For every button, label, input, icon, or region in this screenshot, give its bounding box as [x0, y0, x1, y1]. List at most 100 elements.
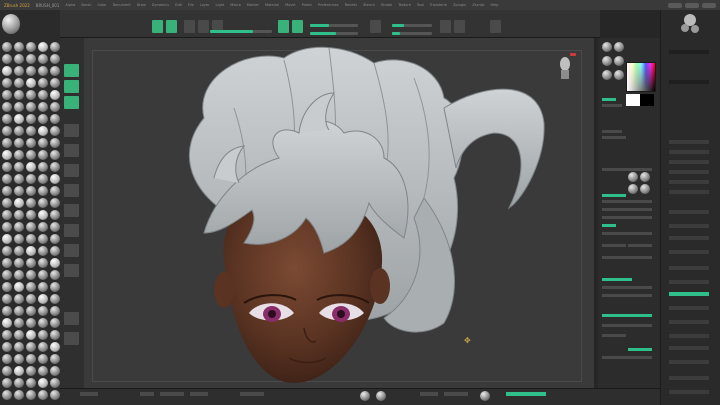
palette-slider[interactable]: [602, 286, 652, 289]
palette-button[interactable]: [602, 136, 626, 139]
brush-sphere-icon[interactable]: [26, 126, 36, 136]
brush-sphere-icon[interactable]: [26, 78, 36, 88]
tray-row[interactable]: [669, 376, 709, 380]
strip-button[interactable]: [64, 264, 79, 277]
menu-item-texture[interactable]: Texture: [398, 3, 411, 7]
sculpt-model[interactable]: [84, 38, 594, 388]
strip-button[interactable]: [64, 312, 79, 325]
brush-sphere-icon[interactable]: [14, 150, 24, 160]
light-sphere-icon[interactable]: [640, 172, 650, 182]
menu-item-marker[interactable]: Marker: [247, 3, 259, 7]
light-sphere-icon[interactable]: [628, 184, 638, 194]
brush-sphere-icon[interactable]: [38, 390, 48, 400]
brush-sphere-icon[interactable]: [26, 270, 36, 280]
brush-sphere-icon[interactable]: [38, 258, 48, 268]
brush-sphere-icon[interactable]: [14, 114, 24, 124]
brush-sphere-icon[interactable]: [38, 42, 48, 52]
draw-icon[interactable]: [166, 20, 177, 33]
brush-sphere-icon[interactable]: [26, 246, 36, 256]
menu-item-macro[interactable]: Macro: [230, 3, 241, 7]
brush-sphere-icon[interactable]: [50, 78, 60, 88]
brush-sphere-icon[interactable]: [38, 234, 48, 244]
brush-sphere-icon[interactable]: [26, 378, 36, 388]
menu-item-stencil[interactable]: Stencil: [363, 3, 375, 7]
brush-sphere-icon[interactable]: [38, 222, 48, 232]
brush-sphere-icon[interactable]: [26, 42, 36, 52]
rgb-intensity-slider[interactable]: [310, 24, 358, 27]
brush-sphere-icon[interactable]: [14, 282, 24, 292]
strip-button[interactable]: [64, 144, 79, 157]
palette-slider[interactable]: [602, 256, 652, 259]
brush-sphere-icon[interactable]: [14, 138, 24, 148]
brush-sphere-icon[interactable]: [50, 258, 60, 268]
brush-sphere-icon[interactable]: [26, 354, 36, 364]
brush-sphere-icon[interactable]: [480, 391, 490, 401]
brush-sphere-icon[interactable]: [50, 90, 60, 100]
brush-sphere-icon[interactable]: [14, 354, 24, 364]
brush-sphere-icon[interactable]: [14, 78, 24, 88]
brush-sphere-icon[interactable]: [2, 186, 12, 196]
brush-sphere-icon[interactable]: [14, 378, 24, 388]
brush-sphere-icon[interactable]: [2, 54, 12, 64]
brush-sphere-icon[interactable]: [26, 198, 36, 208]
brush-sphere-icon[interactable]: [14, 102, 24, 112]
brush-sphere-icon[interactable]: [50, 162, 60, 172]
palette-button[interactable]: [602, 130, 622, 133]
menu-item-zscript[interactable]: Zscript: [472, 3, 484, 7]
brush-sphere-icon[interactable]: [2, 174, 12, 184]
strip-button[interactable]: [64, 184, 79, 197]
brush-sphere-icon[interactable]: [26, 390, 36, 400]
brush-sphere-icon[interactable]: [14, 126, 24, 136]
brush-sphere-icon[interactable]: [26, 294, 36, 304]
palette-slider[interactable]: [602, 294, 652, 297]
brush-sphere-icon[interactable]: [2, 390, 12, 400]
tray-row[interactable]: [669, 266, 709, 270]
brush-sphere-icon[interactable]: [2, 318, 12, 328]
brush-sphere-icon[interactable]: [38, 150, 48, 160]
brush-sphere-icon[interactable]: [38, 126, 48, 136]
strip-button[interactable]: [64, 224, 79, 237]
palette-button[interactable]: [628, 348, 652, 351]
tray-row[interactable]: [669, 140, 709, 144]
brush-sphere-icon[interactable]: [14, 306, 24, 316]
menu-item-stroke[interactable]: Stroke: [381, 3, 392, 7]
brush-sphere-icon[interactable]: [14, 342, 24, 352]
brush-sphere-icon[interactable]: [50, 294, 60, 304]
strip-button[interactable]: [64, 96, 79, 109]
brush-sphere-icon[interactable]: [14, 330, 24, 340]
brush-sphere-icon[interactable]: [14, 90, 24, 100]
strip-button[interactable]: [64, 204, 79, 217]
brush-sphere-icon[interactable]: [2, 306, 12, 316]
brush-sphere-icon[interactable]: [50, 42, 60, 52]
brush-sphere-icon[interactable]: [38, 294, 48, 304]
tray-row[interactable]: [669, 224, 709, 228]
brush-sphere-icon[interactable]: [2, 258, 12, 268]
tray-row[interactable]: [669, 346, 709, 350]
strip-button[interactable]: [64, 64, 79, 77]
brush-sphere-icon[interactable]: [14, 390, 24, 400]
brush-sphere-icon[interactable]: [38, 342, 48, 352]
menu-pill[interactable]: [685, 2, 699, 8]
brush-sphere-icon[interactable]: [38, 198, 48, 208]
brush-sphere-icon[interactable]: [50, 150, 60, 160]
menu-item-light[interactable]: Light: [216, 3, 225, 7]
zsub-button[interactable]: [292, 20, 303, 33]
menu-item-picker[interactable]: Picker: [302, 3, 312, 7]
brush-sphere-icon[interactable]: [14, 42, 24, 52]
brush-sphere-icon[interactable]: [50, 390, 60, 400]
brush-sphere-icon[interactable]: [38, 282, 48, 292]
brush-sphere-icon[interactable]: [26, 318, 36, 328]
tool-thumbnail-icon[interactable]: [681, 12, 699, 36]
palette-button[interactable]: [602, 244, 626, 247]
brush-sphere-icon[interactable]: [14, 66, 24, 76]
menu-item-material[interactable]: Material: [265, 3, 279, 7]
zadd-button[interactable]: [278, 20, 289, 33]
brush-sphere-icon[interactable]: [50, 210, 60, 220]
tray-row[interactable]: [669, 180, 709, 184]
palette-button[interactable]: [602, 194, 626, 197]
brush-sphere-icon[interactable]: [2, 162, 12, 172]
brush-sphere-icon[interactable]: [50, 114, 60, 124]
menu-item-movie[interactable]: Movie: [285, 3, 295, 7]
brush-sphere-icon[interactable]: [2, 330, 12, 340]
brush-sphere-icon[interactable]: [38, 366, 48, 376]
